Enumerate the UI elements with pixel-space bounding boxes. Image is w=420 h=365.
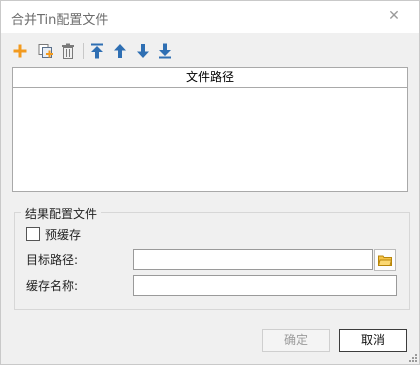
precache-checkbox[interactable] (26, 227, 40, 241)
delete-button[interactable] (59, 42, 77, 60)
column-header-file-path[interactable]: 文件路径 (13, 68, 407, 88)
move-bottom-button[interactable] (156, 42, 174, 60)
move-top-button[interactable] (88, 42, 106, 60)
add-copy-button[interactable] (37, 42, 55, 60)
file-list-grid[interactable]: 文件路径 (12, 67, 408, 192)
arrow-up-icon (114, 44, 126, 58)
result-config-group: 结果配置文件 预缓存 目标路径: 缓存名称: (14, 205, 410, 310)
resize-grip-icon[interactable] (409, 354, 417, 362)
precache-checkbox-row[interactable]: 预缓存 (26, 226, 81, 242)
browse-folder-button[interactable] (374, 249, 396, 271)
toolbar-separator (83, 43, 84, 59)
merge-tin-config-dialog: 合并Tin配置文件 ✕ 文件路径 结果配置文件 预缓存 目标路径: 缓存名称: … (0, 0, 420, 365)
arrow-to-top-icon (91, 43, 103, 59)
precache-label: 预缓存 (45, 227, 82, 242)
arrow-to-bottom-icon (159, 43, 171, 59)
toolbar (11, 39, 409, 65)
add-button[interactable] (11, 42, 29, 60)
arrow-down-icon (137, 44, 149, 58)
target-path-input[interactable] (133, 249, 373, 270)
move-down-button[interactable] (134, 42, 152, 60)
close-icon[interactable]: ✕ (385, 7, 403, 25)
plus-icon (13, 44, 27, 58)
cache-name-label: 缓存名称: (26, 279, 79, 293)
group-label: 结果配置文件 (21, 205, 102, 222)
move-up-button[interactable] (111, 42, 129, 60)
cache-name-input[interactable] (133, 275, 397, 296)
target-path-label: 目标路径: (26, 253, 79, 267)
ok-button[interactable]: 确定 (262, 329, 330, 352)
title-bar: 合并Tin配置文件 ✕ (1, 1, 419, 33)
trash-icon (62, 43, 74, 59)
cancel-button[interactable]: 取消 (339, 329, 407, 352)
dialog-title: 合并Tin配置文件 (11, 13, 109, 28)
add-copy-icon (38, 44, 53, 58)
folder-icon (378, 255, 392, 266)
